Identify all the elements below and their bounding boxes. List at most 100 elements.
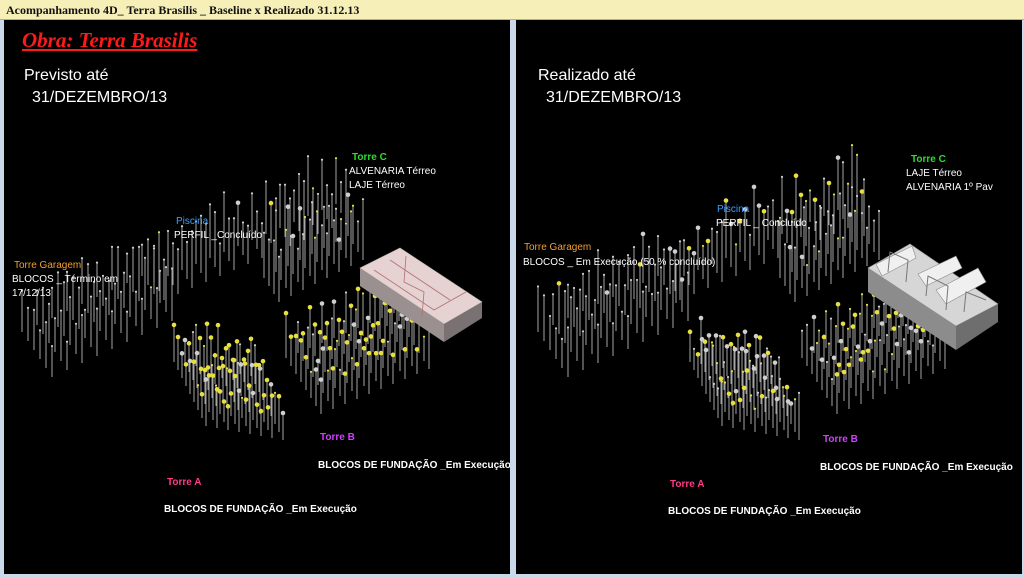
pile-cap xyxy=(711,344,715,347)
pile-cap xyxy=(542,294,546,297)
pile-cap xyxy=(734,243,738,246)
pile-cap xyxy=(710,227,714,230)
pile-cap xyxy=(232,373,238,379)
pile-cap xyxy=(307,304,313,310)
pile-cap xyxy=(774,396,780,402)
pile-cap xyxy=(342,320,346,323)
pile-cap xyxy=(765,350,771,356)
pile-cap xyxy=(753,407,757,410)
pile-cap xyxy=(902,338,906,341)
pile-cap xyxy=(865,303,869,307)
pile-cap xyxy=(303,354,309,360)
pile-cap xyxy=(741,370,745,373)
pile-cap xyxy=(210,373,216,378)
pile-cap xyxy=(83,308,87,311)
pile-cap xyxy=(724,344,730,349)
pile-cap xyxy=(333,348,337,351)
pile-cap xyxy=(781,386,785,389)
pile-cap xyxy=(104,297,108,300)
pile-cap xyxy=(284,228,288,231)
pile-cap xyxy=(288,197,292,200)
pile-cap xyxy=(344,340,350,345)
pile-cap xyxy=(650,292,654,296)
pile-cap xyxy=(308,218,312,221)
torre-c-line1: ALVENARIA Térreo xyxy=(349,166,436,177)
pile-cap xyxy=(140,297,144,300)
pile-cap xyxy=(187,358,193,364)
obra-title: Obra: Terra Brasilis xyxy=(22,28,198,52)
pile-cap xyxy=(846,327,850,330)
pile-cap xyxy=(703,347,709,353)
pile-cap xyxy=(274,209,278,212)
pile-cap xyxy=(300,331,306,336)
pile-cap xyxy=(50,344,54,348)
pile-cap xyxy=(349,210,353,213)
pile-cap xyxy=(858,312,862,315)
pile-cap xyxy=(770,388,776,394)
baseline-panel: Obra: Terra Brasilis Previsto até 31/DEZ… xyxy=(4,20,510,574)
torre-b-title: Torre B xyxy=(823,434,858,445)
pile-cap xyxy=(830,377,834,381)
pile-cap xyxy=(38,329,42,332)
pile-cap xyxy=(593,298,597,302)
pile-cap xyxy=(692,347,696,350)
pile-cap xyxy=(236,388,242,394)
pile-cap xyxy=(198,366,204,372)
piscina-title: Piscina xyxy=(717,204,750,215)
pile-cap xyxy=(865,226,869,229)
pile-cap xyxy=(865,348,871,354)
pile-cap xyxy=(199,391,205,397)
pile-cap xyxy=(894,341,900,347)
pile-cap xyxy=(632,245,636,249)
pile-cap xyxy=(80,313,84,317)
torre-b-title: Torre B xyxy=(320,432,355,443)
pile-cap xyxy=(843,346,849,352)
pile-cap xyxy=(784,208,790,214)
piscina-status: PERFIL _Concluído xyxy=(174,230,263,241)
pile-cap xyxy=(234,339,240,344)
pile-cap xyxy=(164,266,168,269)
pile-cap xyxy=(269,393,275,398)
pile-cap xyxy=(196,384,200,387)
window-title-bar: Acompanhamento 4D_ Terra Brasilis _ Base… xyxy=(0,0,1024,20)
pile-cap xyxy=(890,353,894,356)
pile-cap xyxy=(370,323,376,328)
pile-cap xyxy=(378,350,384,356)
pile-cap xyxy=(737,397,743,403)
pile-cap xyxy=(249,362,255,368)
pile-cap xyxy=(241,357,247,362)
pile-cap xyxy=(361,346,367,351)
pile-cap xyxy=(873,339,877,342)
pile-cap xyxy=(723,381,727,384)
pile-cap xyxy=(870,314,874,317)
pile-cap xyxy=(841,236,845,239)
pile-cap xyxy=(225,404,231,409)
pile-cap xyxy=(771,199,775,202)
torre-a-title: Torre A xyxy=(670,479,705,490)
pile-cap xyxy=(819,206,823,209)
pile-cap xyxy=(548,314,552,318)
pile-cap xyxy=(171,322,177,328)
pile-cap xyxy=(375,320,381,326)
pile-cap xyxy=(800,329,804,332)
pile-cap xyxy=(718,376,724,381)
pile-cap xyxy=(877,305,881,308)
pile-cap xyxy=(334,157,338,160)
pile-cap xyxy=(240,396,244,399)
pile-cap xyxy=(317,329,323,335)
pile-cap xyxy=(614,284,618,287)
pile-cap xyxy=(751,184,757,190)
pile-cap xyxy=(89,295,93,298)
pile-cap xyxy=(715,230,719,234)
pile-cap xyxy=(918,338,924,344)
pile-cap xyxy=(157,231,161,234)
pile-cap xyxy=(261,392,267,398)
pile-cap xyxy=(338,368,342,371)
pile-cap xyxy=(134,290,138,293)
pile-cap xyxy=(640,231,646,237)
piscina-title: Piscina xyxy=(176,216,209,227)
pile-cap xyxy=(706,333,712,338)
pile-cap xyxy=(354,308,358,311)
pile-cap xyxy=(867,205,871,208)
pile-cap xyxy=(733,388,739,394)
